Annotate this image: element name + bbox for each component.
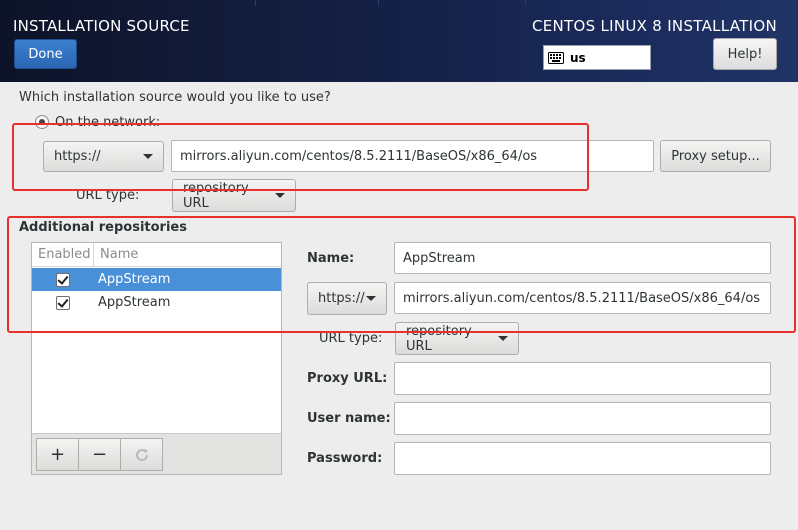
chevron-down-icon — [275, 193, 285, 198]
repo-url-type-dropdown[interactable]: repository URL — [395, 322, 519, 355]
repo-name: AppStream — [98, 272, 171, 287]
repo-enabled-checkbox[interactable] — [56, 272, 70, 287]
user-name-input[interactable] — [394, 402, 771, 435]
additional-repos-title: Additional repositories — [19, 220, 187, 235]
enabled-column-header[interactable]: Enabled — [32, 243, 94, 266]
name-column-header[interactable]: Name — [94, 243, 138, 266]
protocol-value: https:// — [54, 149, 101, 164]
reset-repo-button[interactable] — [120, 438, 163, 471]
network-option-label[interactable]: On the network: — [55, 115, 160, 130]
chevron-down-icon — [366, 296, 376, 301]
repo-name-input[interactable]: AppStream — [394, 242, 771, 274]
network-radio[interactable] — [35, 115, 49, 129]
repo-list-toolbar: + − — [31, 433, 282, 475]
page-title: INSTALLATION SOURCE — [13, 17, 190, 35]
repo-row[interactable]: AppStream — [32, 268, 281, 291]
proxy-setup-button[interactable]: Proxy setup... — [660, 140, 771, 172]
url-type-dropdown[interactable]: repository URL — [172, 179, 296, 212]
repo-url-input[interactable]: mirrors.aliyun.com/centos/8.5.2111/BaseO… — [394, 282, 771, 314]
source-url-input[interactable]: mirrors.aliyun.com/centos/8.5.2111/BaseO… — [171, 140, 654, 172]
done-button[interactable]: Done — [14, 39, 77, 69]
keyboard-layout-indicator[interactable]: us — [543, 45, 651, 70]
repo-name: AppStream — [98, 295, 171, 310]
repo-enabled-checkbox[interactable] — [56, 295, 70, 310]
repo-row[interactable]: AppStream — [32, 291, 281, 314]
url-type-label: URL type: — [76, 188, 140, 203]
chevron-down-icon — [498, 336, 508, 341]
url-type-value: repository URL — [183, 180, 249, 211]
product-title: CENTOS LINUX 8 INSTALLATION — [531, 17, 777, 35]
help-button[interactable]: Help! — [713, 38, 777, 70]
source-question: Which installation source would you like… — [19, 90, 331, 105]
repo-url-type-value: repository URL — [406, 323, 472, 354]
password-input[interactable] — [394, 442, 771, 475]
repo-url-type-label: URL type: — [319, 331, 383, 346]
repo-protocol-dropdown[interactable]: https:// — [307, 282, 387, 315]
refresh-icon — [135, 448, 148, 461]
add-repo-button[interactable]: + — [36, 438, 79, 471]
proxy-url-label: Proxy URL: — [307, 371, 388, 386]
chevron-down-icon — [143, 154, 153, 159]
repo-protocol-value: https:// — [318, 291, 365, 306]
repo-name-label: Name: — [307, 251, 355, 266]
keyboard-layout-label: us — [570, 50, 586, 65]
protocol-dropdown[interactable]: https:// — [43, 141, 164, 172]
remove-repo-button[interactable]: − — [78, 438, 121, 471]
password-label: Password: — [307, 451, 383, 466]
keyboard-icon — [548, 51, 564, 64]
repo-list-header: Enabled Name — [32, 243, 281, 267]
header-bar: INSTALLATION SOURCE CENTOS LINUX 8 INSTA… — [0, 0, 798, 82]
user-name-label: User name: — [307, 411, 391, 426]
proxy-url-input[interactable] — [394, 362, 771, 395]
